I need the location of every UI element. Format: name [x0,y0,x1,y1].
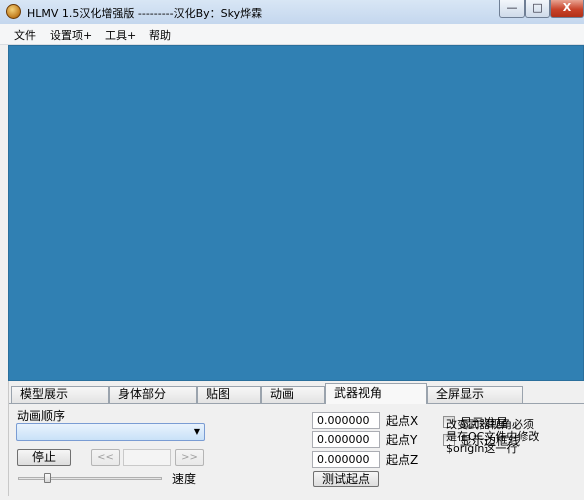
animation-sequence-select[interactable]: ▼ [16,423,205,441]
weapon-view-note: 改变武器视角必须 是在QC文件中修改 $origin这一行 [446,419,584,455]
note-line: $origin这一行 [446,442,518,455]
test-origin-button[interactable]: 测试起点 [313,471,379,487]
tab-model-display[interactable]: 模型展示 [11,386,109,403]
speed-slider-thumb[interactable] [44,473,51,483]
tab-strip-divider [9,403,584,404]
stop-button[interactable]: 停止 [17,449,71,466]
tab-fullscreen[interactable]: 全屏显示 [427,386,523,403]
origin-x-label: 起点X [386,414,419,428]
next-frame-button[interactable]: >> [175,449,204,466]
minimize-button[interactable]: — [499,0,525,18]
menu-tools[interactable]: 工具+ [105,27,136,43]
control-panel: 模型展示 身体部分 贴图 动画 武器视角 全屏显示 动画顺序 ▼ 停止 << >… [8,381,584,496]
frame-input[interactable] [123,449,171,466]
menu-settings[interactable]: 设置项+ [50,27,92,43]
title-bar[interactable]: HLMV 1.5汉化增强版 ---------汉化By：Sky烨霖 — □ X [0,0,584,25]
animation-sequence-label: 动画顺序 [17,409,66,423]
model-viewport[interactable] [8,45,584,381]
tab-weapon-view[interactable]: 武器视角 [325,383,427,404]
origin-z-label: 起点Z [386,453,419,467]
origin-y-label: 起点Y [386,433,418,447]
maximize-button[interactable]: □ [525,0,550,18]
origin-x-input[interactable]: 0.000000 [312,412,380,429]
origin-z-input[interactable]: 0.000000 [312,451,380,468]
tab-textures[interactable]: 贴图 [197,386,261,403]
window-title: HLMV 1.5汉化增强版 ---------汉化By：Sky烨霖 [27,7,263,20]
menu-bar: 文件 设置项+ 工具+ 帮助 [0,24,584,45]
tab-body-parts[interactable]: 身体部分 [109,386,197,403]
previous-frame-button[interactable]: << [91,449,120,466]
menu-file[interactable]: 文件 [14,27,36,43]
close-button[interactable]: X [550,0,584,18]
origin-y-input[interactable]: 0.000000 [312,431,380,448]
speed-slider-track[interactable] [18,477,162,480]
tab-animation[interactable]: 动画 [261,386,325,403]
speed-label: 速度 [172,472,197,486]
menu-help[interactable]: 帮助 [149,27,171,43]
chevron-down-icon: ▼ [193,427,200,436]
hlmv-app-icon [6,4,21,19]
